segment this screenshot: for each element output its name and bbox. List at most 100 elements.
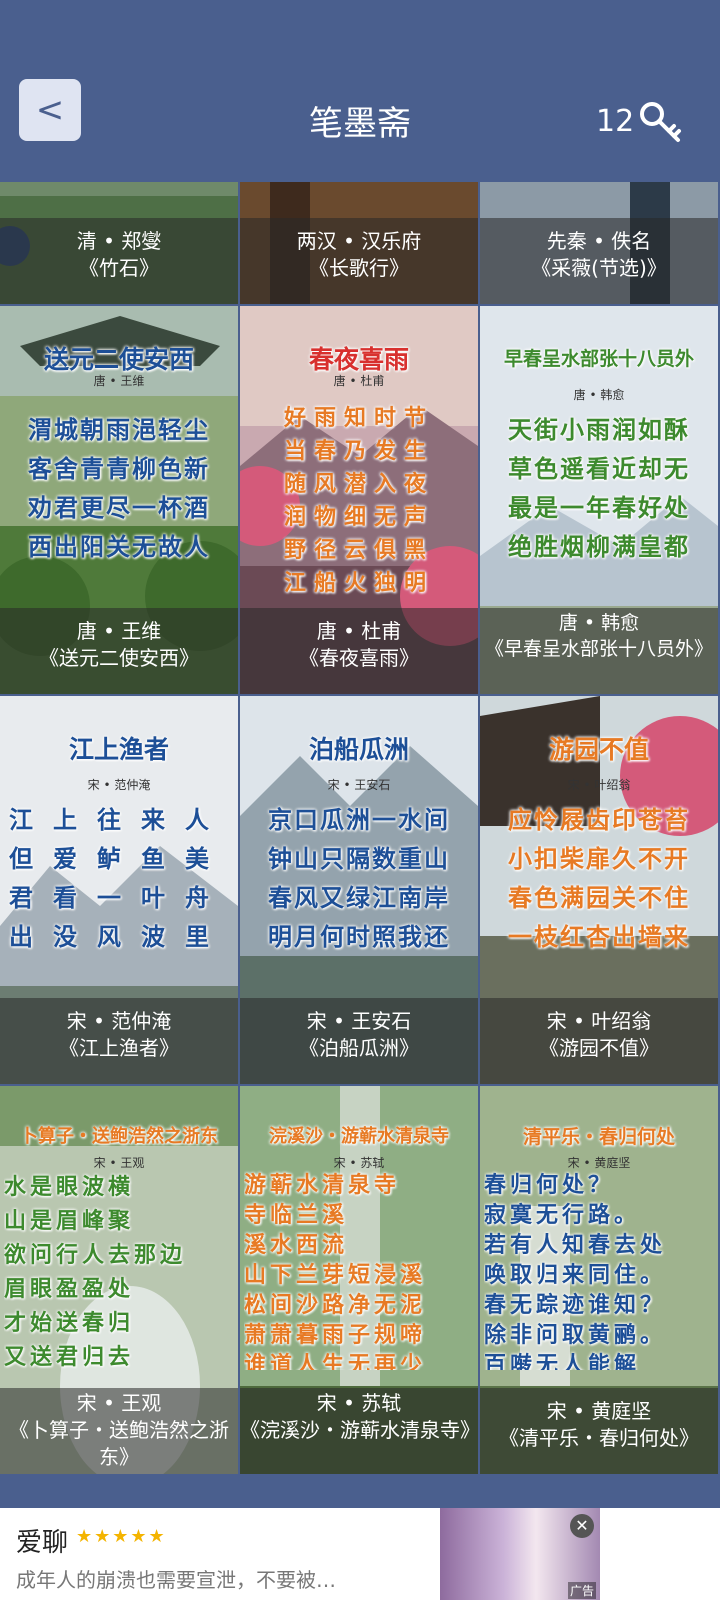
poem-title: 清平乐・春归何处 xyxy=(522,1126,675,1148)
caption-dynasty: 两汉 • 汉乐府 xyxy=(296,229,422,253)
poem-line: 溪水西流 xyxy=(244,1232,349,1258)
card-caption: 宋 • 范仲淹 《江上渔者》 xyxy=(0,998,238,1084)
poem-title: 春夜喜雨 xyxy=(308,345,409,374)
ad-text: 成年人的崩溃也需要宣泄，不要被… xyxy=(16,1568,336,1592)
poem-author: 宋 • 苏轼 xyxy=(333,1156,385,1170)
caption-title: 《江上渔者》 xyxy=(59,1036,179,1060)
poem-author: 宋 • 叶绍翁 xyxy=(567,778,631,792)
poem-line: 山是眉峰聚 xyxy=(4,1208,135,1234)
poem-card[interactable]: 清 • 郑燮 《竹石》 xyxy=(0,182,238,304)
caption-title: 《清平乐・春归何处》 xyxy=(499,1426,699,1450)
card-caption: 宋 • 叶绍翁 《游园不值》 xyxy=(480,998,718,1084)
key-icon[interactable] xyxy=(638,100,684,146)
poem-line: 京口瓜洲一水间 xyxy=(268,805,450,834)
caption-dynasty: 宋 • 王观 xyxy=(76,1391,162,1415)
caption-dynasty: 宋 • 苏轼 xyxy=(316,1391,402,1415)
card-caption: 两汉 • 汉乐府 《长歌行》 xyxy=(240,218,478,304)
poem-body: 江上往来人 但爱鲈鱼美 君看一叶舟 出没风波里 xyxy=(4,800,234,960)
poem-author: 宋 • 范仲淹 xyxy=(87,778,151,792)
poem-line: 若有人知春去处 xyxy=(484,1232,667,1258)
poem-title: 送元二使安西 xyxy=(43,345,194,374)
poem-line: 劝君更尽一杯酒 xyxy=(28,493,210,522)
caption-dynasty: 唐 • 杜甫 xyxy=(316,619,402,643)
caption-dynasty: 宋 • 王安石 xyxy=(306,1009,412,1033)
result-count: 12 xyxy=(596,104,635,139)
caption-title: 《竹石》 xyxy=(79,256,159,280)
caption-dynasty: 唐 • 王维 xyxy=(76,619,162,643)
poem-card[interactable]: 先秦 • 佚名 《采薇(节选)》 xyxy=(480,182,718,304)
poem-title: 早春呈水部张十八员外 xyxy=(503,348,694,370)
caption-dynasty: 唐 • 韩愈 xyxy=(558,612,640,634)
caption-title: 《游园不值》 xyxy=(539,1036,659,1060)
poem-line: 寺临兰溪 xyxy=(244,1202,349,1228)
poem-author: 宋 • 王安石 xyxy=(327,778,391,792)
poem-card[interactable]: 江上渔者 宋 • 范仲淹 江上往来人 但爱鲈鱼美 君看一叶舟 出没风波里 宋 •… xyxy=(0,696,238,1084)
poem-author: 唐 • 杜甫 xyxy=(333,374,385,388)
poem-line: 客舍青青柳色新 xyxy=(28,454,210,483)
caption-title: 《卜算子・送鲍浩然之浙东》 xyxy=(9,1418,229,1469)
poem-line: 春归何处？ xyxy=(484,1172,615,1198)
caption-title: 《泊船瓜洲》 xyxy=(299,1036,419,1060)
caption-title: 《采薇(节选)》 xyxy=(531,256,667,280)
poem-grid: 清 • 郑燮 《竹石》 两汉 • 汉乐府 《长歌行》 先秦 • 佚名 《采薇(节… xyxy=(0,182,720,1476)
card-caption: 唐 • 王维 《送元二使安西》 xyxy=(0,608,238,694)
poem-card[interactable]: 游园不值 宋 • 叶绍翁 应怜屐齿印苍苔 小扣柴扉久不开 春色满园关不住 一枝红… xyxy=(480,696,718,1084)
poem-title: 泊船瓜洲 xyxy=(308,735,409,764)
poem-line: 钟山只隔数重山 xyxy=(268,844,450,873)
poem-line: 当春乃发生 xyxy=(283,438,434,464)
poem-line: 萧萧暮雨子规啼 xyxy=(244,1322,427,1348)
poem-card[interactable]: 送元二使安西 唐 • 王维 渭城朝雨浥轻尘 客舍青青柳色新 劝君更尽一杯酒 西出… xyxy=(0,306,238,694)
poem-body: 水是眼波横 山是眉峰聚 欲问行人去那边 眉眼盈盈处 才始送春归 又送君归去 xyxy=(4,1170,234,1370)
poem-card[interactable]: 浣溪沙・游蕲水清泉寺 宋 • 苏轼 游蕲水清泉寺 寺临兰溪 溪水西流 山下兰芽短… xyxy=(240,1086,478,1474)
poem-line: 江船火独明 xyxy=(283,570,434,596)
ad-banner[interactable]: 爱聊 ★★★★★ 成年人的崩溃也需要宣泄，不要被… ✕ 广告 xyxy=(0,1508,720,1600)
caption-dynasty: 清 • 郑燮 xyxy=(76,229,162,253)
card-caption: 清 • 郑燮 《竹石》 xyxy=(0,218,238,304)
poem-line: 才始送春归 xyxy=(4,1310,135,1336)
star-rating: ★★★★★ xyxy=(76,1526,167,1547)
poem-line: 润物细无声 xyxy=(283,504,434,530)
poem-card[interactable]: 泊船瓜洲 宋 • 王安石 京口瓜洲一水间 钟山只隔数重山 春风又绿江南岸 明月何… xyxy=(240,696,478,1084)
poem-author: 宋 • 王观 xyxy=(93,1156,145,1170)
poem-title: 卜算子・送鲍浩然之浙东 xyxy=(20,1126,218,1147)
caption-dynasty: 宋 • 范仲淹 xyxy=(66,1009,172,1033)
caption-dynasty: 宋 • 叶绍翁 xyxy=(546,1009,652,1033)
poem-body: 京口瓜洲一水间 钟山只隔数重山 春风又绿江南岸 明月何时照我还 xyxy=(244,800,474,960)
poem-line: 最是一年春好处 xyxy=(508,493,690,522)
poem-card[interactable]: 早春呈水部张十八员外 唐 • 韩愈 天街小雨润如酥 草色遥看近却无 最是一年春好… xyxy=(480,306,718,694)
poem-line: 水是眼波横 xyxy=(4,1174,135,1200)
ad-label: 广告 xyxy=(568,1582,597,1599)
caption-title: 《长歌行》 xyxy=(309,256,409,280)
card-caption: 宋 • 苏轼 《浣溪沙・游蕲水清泉寺》 xyxy=(240,1388,478,1474)
poem-line: 春无踪迹谁知？ xyxy=(484,1292,667,1318)
poem-line: 小扣柴扉久不开 xyxy=(508,844,690,873)
poem-title: 江上渔者 xyxy=(68,735,169,764)
poem-author: 唐 • 王维 xyxy=(93,374,145,388)
caption-dynasty: 先秦 • 佚名 xyxy=(546,229,652,253)
poem-card[interactable]: 春夜喜雨 唐 • 杜甫 好雨知时节 当春乃发生 随风潜入夜 润物细无声 野径云俱… xyxy=(240,306,478,694)
poem-author: 宋 • 黄庭坚 xyxy=(567,1156,631,1170)
poem-title: 浣溪沙・游蕲水清泉寺 xyxy=(269,1126,449,1147)
poem-card[interactable]: 两汉 • 汉乐府 《长歌行》 xyxy=(240,182,478,304)
poem-card[interactable]: 清平乐・春归何处 宋 • 黄庭坚 春归何处？ 寂寞无行路。 若有人知春去处 唤取… xyxy=(480,1086,718,1474)
poem-line: 绝胜烟柳满皇都 xyxy=(508,532,690,561)
poem-line: 百啭无人能解 xyxy=(484,1352,641,1370)
poem-line: 野径云俱黑 xyxy=(283,537,434,563)
poem-line: 春风又绿江南岸 xyxy=(268,883,450,912)
poem-line: 明月何时照我还 xyxy=(268,922,450,951)
poem-line: 寂寞无行路。 xyxy=(484,1202,641,1228)
poem-line: 春色满园关不住 xyxy=(508,883,690,912)
poem-line: 出没风波里 xyxy=(9,922,229,951)
close-icon[interactable]: ✕ xyxy=(570,1514,594,1538)
ad-title: 爱聊 xyxy=(16,1528,69,1558)
poem-body: 春归何处？ 寂寞无行路。 若有人知春去处 唤取归来同住。 春无踪迹谁知？ 除非问… xyxy=(484,1170,714,1370)
poem-card[interactable]: 卜算子・送鲍浩然之浙东 宋 • 王观 水是眼波横 山是眉峰聚 欲问行人去那边 眉… xyxy=(0,1086,238,1474)
poem-line: 松间沙路净无泥 xyxy=(244,1292,427,1318)
caption-title: 《浣溪沙・游蕲水清泉寺》 xyxy=(240,1418,478,1442)
poem-line: 西出阳关无故人 xyxy=(28,532,210,561)
poem-line: 好雨知时节 xyxy=(283,405,434,431)
caption-dynasty: 宋 • 黄庭坚 xyxy=(546,1399,652,1423)
poem-line: 君看一叶舟 xyxy=(9,883,229,912)
card-caption: 宋 • 王观 《卜算子・送鲍浩然之浙东》 xyxy=(0,1388,238,1474)
poem-line: 一枝红杏出墙来 xyxy=(508,922,690,951)
